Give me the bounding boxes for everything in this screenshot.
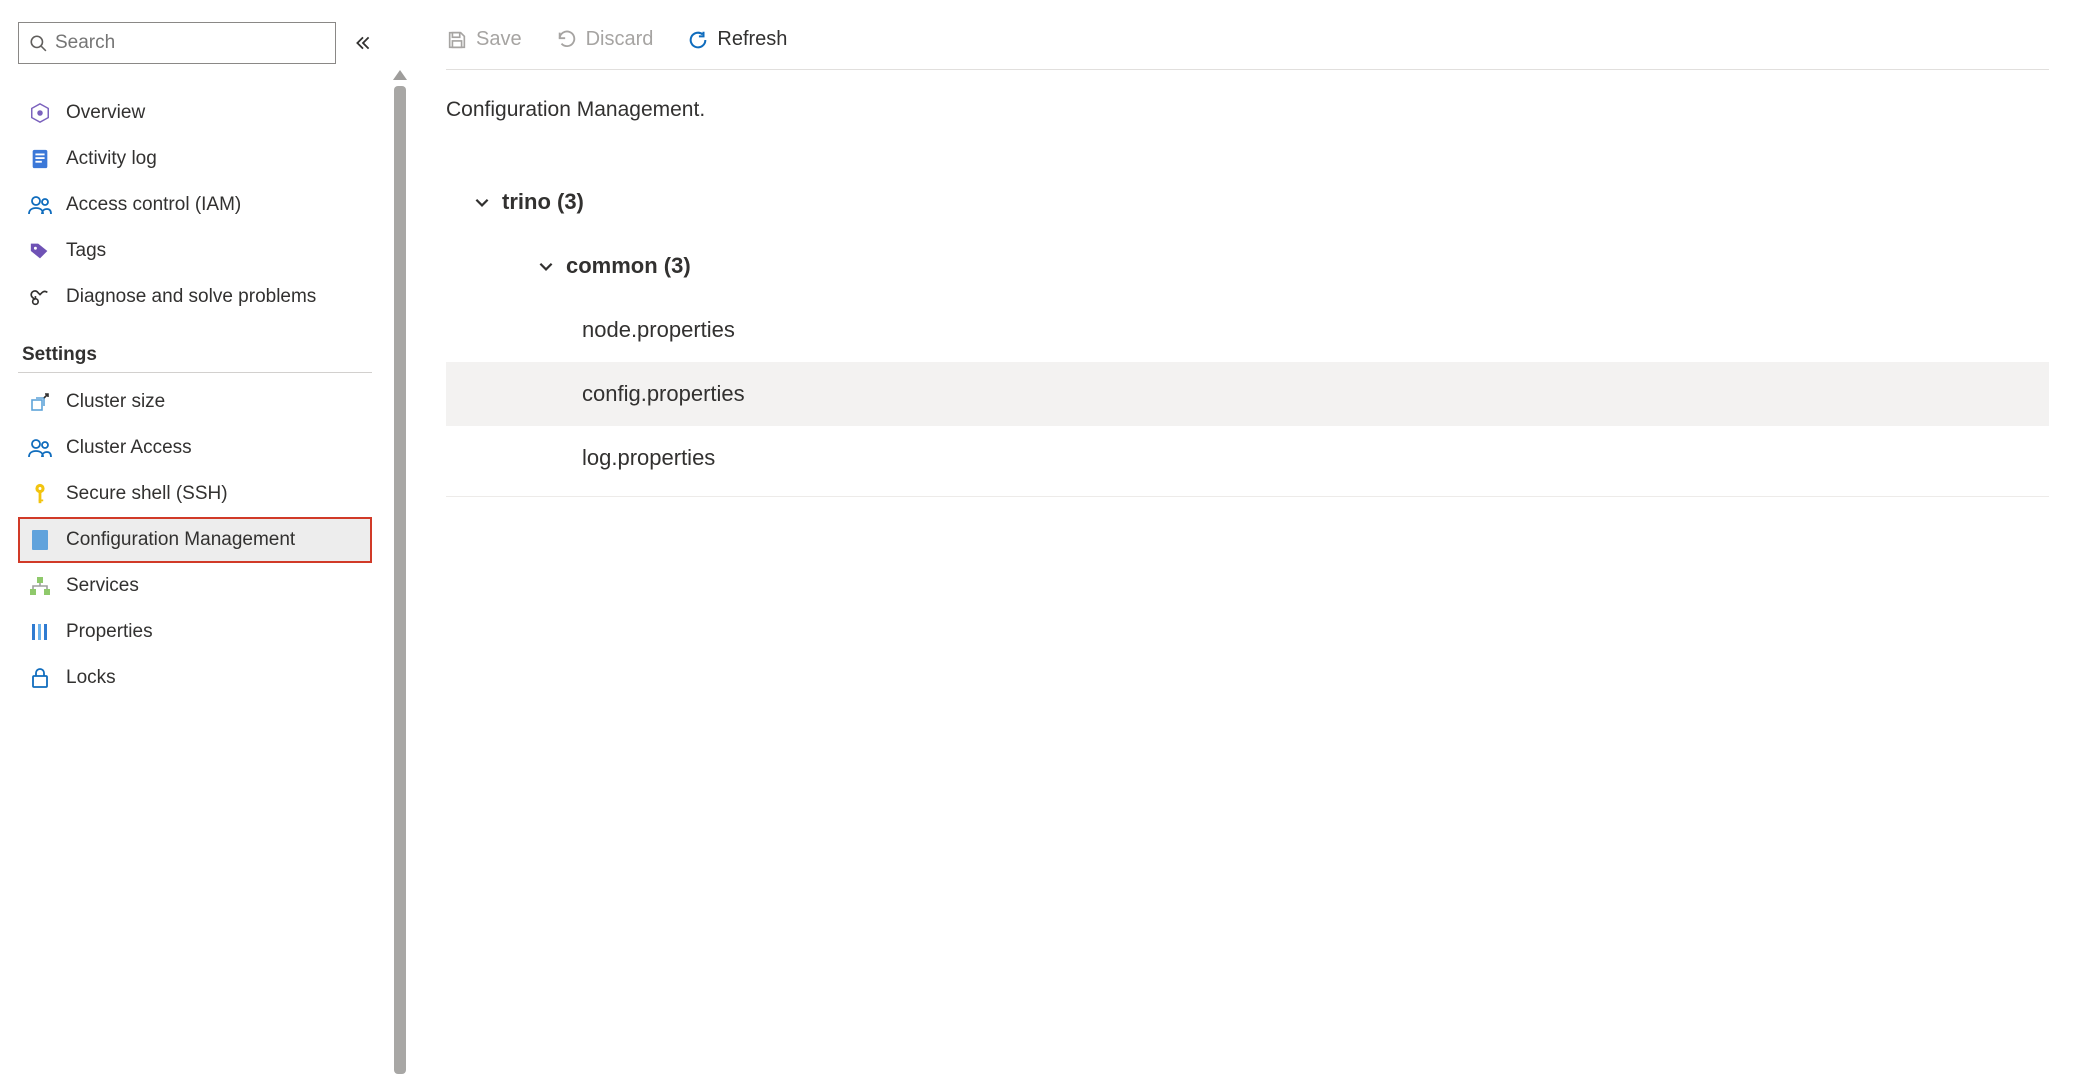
sidebar-item-label: Services (66, 575, 139, 597)
sidebar-item-label: Diagnose and solve problems (66, 286, 316, 308)
tree-node-trino[interactable]: trino (3) (446, 170, 2049, 234)
divider (446, 496, 2049, 497)
sidebar: Overview Activity log Access control (IA… (0, 0, 390, 1074)
properties-icon (28, 622, 52, 642)
configuration-icon (28, 529, 52, 551)
tree-file-config-properties[interactable]: config.properties (446, 362, 2049, 426)
sidebar-item-label: Activity log (66, 148, 157, 170)
refresh-icon (687, 29, 709, 51)
sidebar-nav: Overview Activity log Access control (IA… (18, 90, 372, 701)
tree-file-label: log.properties (582, 445, 715, 471)
toolbar-label: Refresh (717, 28, 787, 51)
cluster-size-icon (28, 392, 52, 412)
sidebar-item-diagnose[interactable]: Diagnose and solve problems (18, 274, 372, 320)
search-box[interactable] (18, 22, 336, 64)
chevron-down-icon (462, 193, 502, 211)
sidebar-item-access-control[interactable]: Access control (IAM) (18, 182, 372, 228)
sidebar-item-cluster-access[interactable]: Cluster Access (18, 425, 372, 471)
sidebar-item-label: Overview (66, 102, 145, 124)
sidebar-item-locks[interactable]: Locks (18, 655, 372, 701)
scrollbar-up-arrow-icon (393, 70, 407, 80)
toolbar-label: Save (476, 28, 522, 51)
tree-node-common[interactable]: common (3) (446, 234, 2049, 298)
discard-icon (556, 29, 578, 51)
toolbar: Save Discard Refresh (446, 28, 2049, 70)
divider (18, 372, 372, 373)
sidebar-item-configuration-management[interactable]: Configuration Management (18, 517, 372, 563)
tree-node-label: common (3) (566, 253, 691, 279)
sidebar-item-label: Properties (66, 621, 153, 643)
sidebar-scrollbar[interactable] (390, 0, 410, 1074)
sidebar-item-activity-log[interactable]: Activity log (18, 136, 372, 182)
discard-button[interactable]: Discard (556, 28, 654, 51)
sidebar-item-label: Access control (IAM) (66, 194, 241, 216)
sidebar-item-label: Tags (66, 240, 106, 262)
config-tree: trino (3) common (3) node.properties con… (446, 170, 2049, 497)
sidebar-item-label: Locks (66, 667, 116, 689)
collapse-sidebar-button[interactable] (354, 34, 372, 52)
tags-icon (28, 241, 52, 261)
sidebar-item-tags[interactable]: Tags (18, 228, 372, 274)
overview-icon (28, 102, 52, 124)
scrollbar-thumb[interactable] (394, 86, 406, 1074)
save-button[interactable]: Save (446, 28, 522, 51)
sidebar-item-label: Secure shell (SSH) (66, 483, 228, 505)
tree-file-log-properties[interactable]: log.properties (446, 426, 2049, 490)
diagnose-icon (28, 286, 52, 308)
services-icon (28, 576, 52, 596)
tree-file-node-properties[interactable]: node.properties (446, 298, 2049, 362)
sidebar-item-secure-shell[interactable]: Secure shell (SSH) (18, 471, 372, 517)
main-content: Save Discard Refresh Configuration Manag… (410, 0, 2085, 1074)
sidebar-item-overview[interactable]: Overview (18, 90, 372, 136)
sidebar-item-label: Configuration Management (66, 529, 295, 551)
activity-log-icon (28, 148, 52, 170)
toolbar-label: Discard (586, 28, 654, 51)
sidebar-item-properties[interactable]: Properties (18, 609, 372, 655)
chevron-down-icon (526, 257, 566, 275)
access-control-icon (28, 195, 52, 215)
sidebar-item-cluster-size[interactable]: Cluster size (18, 379, 372, 425)
search-icon (29, 34, 47, 52)
sidebar-section-settings: Settings (22, 344, 372, 366)
tree-file-label: node.properties (582, 317, 735, 343)
lock-icon (28, 667, 52, 689)
sidebar-item-label: Cluster Access (66, 437, 192, 459)
ssh-key-icon (28, 483, 52, 505)
search-input[interactable] (55, 32, 325, 54)
refresh-button[interactable]: Refresh (687, 28, 787, 51)
sidebar-item-label: Cluster size (66, 391, 165, 413)
sidebar-item-services[interactable]: Services (18, 563, 372, 609)
tree-file-label: config.properties (582, 381, 745, 407)
tree-node-label: trino (3) (502, 189, 584, 215)
cluster-access-icon (28, 438, 52, 458)
save-icon (446, 29, 468, 51)
page-title: Configuration Management. (446, 98, 2049, 122)
